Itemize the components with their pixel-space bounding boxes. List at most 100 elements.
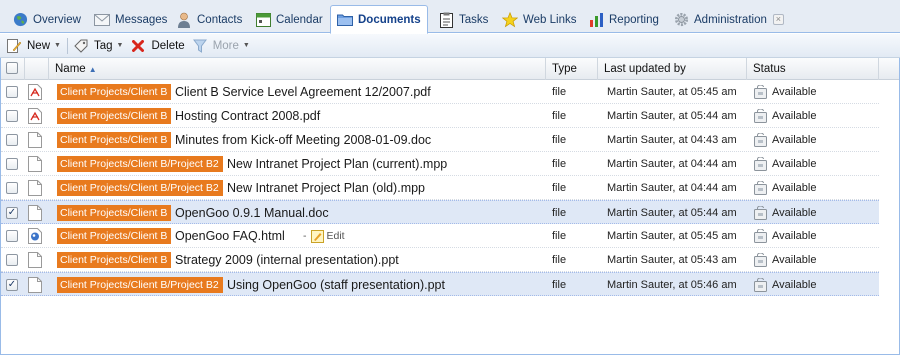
status-cell: Available — [754, 228, 816, 244]
status-text: Available — [772, 110, 817, 122]
file-name-link[interactable]: Client B Service Level Agreement 12/2007… — [175, 83, 431, 101]
row-checkbox[interactable] — [6, 110, 18, 122]
folder-icon — [337, 12, 353, 28]
last-updated-cell: Martin Sauter, at 05:45 am — [607, 230, 737, 242]
row-checkbox[interactable]: ✓ — [6, 279, 18, 291]
table-row[interactable]: ✓ Client Projects/Client B/Project B2 Usin… — [1, 272, 879, 296]
status-cell: Available — [754, 84, 816, 100]
delete-button[interactable]: Delete — [127, 36, 188, 56]
select-all-checkbox[interactable] — [6, 62, 18, 74]
table-row[interactable]: Client Projects/Client B Client B Service… — [1, 80, 879, 104]
tab-contacts[interactable]: Contacts — [170, 6, 248, 33]
file-name-link[interactable]: Minutes from Kick-off Meeting 2008-01-09… — [175, 131, 431, 149]
new-button-label: New — [27, 39, 51, 52]
tag-button[interactable]: Tag ▼ — [70, 36, 127, 56]
workspace-tag[interactable]: Client Projects/Client B/Project B2 — [57, 277, 223, 293]
file-name-link[interactable]: New Intranet Project Plan (old).mpp — [227, 179, 425, 197]
row-checkbox[interactable] — [6, 158, 18, 170]
table-row[interactable]: Client Projects/Client B/Project B2 New I… — [1, 152, 879, 176]
file-name-link[interactable]: OpenGoo 0.9.1 Manual.doc — [175, 204, 329, 222]
envelope-icon — [94, 12, 110, 28]
type-cell: file — [552, 182, 567, 194]
tab-calendar[interactable]: Calendar — [249, 6, 329, 33]
file-name-link[interactable]: New Intranet Project Plan (current).mpp — [227, 155, 447, 173]
workspace-tag[interactable]: Client Projects/Client B — [57, 205, 171, 221]
tab-label: Administration — [694, 13, 767, 26]
column-header-label: Last updated by — [604, 63, 686, 75]
tab-label: Messages — [115, 13, 168, 26]
row-checkbox[interactable] — [6, 86, 18, 98]
last-updated-cell: Martin Sauter, at 05:45 am — [607, 86, 737, 98]
column-header-name[interactable]: Name ▲ — [49, 58, 546, 80]
workspace-tag[interactable]: Client Projects/Client B — [57, 252, 171, 268]
status-text: Available — [772, 230, 817, 242]
type-cell: file — [552, 158, 567, 170]
file-name-link[interactable]: Strategy 2009 (internal presentation).pp… — [175, 251, 399, 269]
close-icon[interactable]: × — [772, 14, 784, 25]
tab-label: Web Links — [523, 13, 577, 26]
table-row[interactable]: ✓ Client Projects/Client B OpenGoo 0.9.1 M… — [1, 200, 879, 224]
status-cell: Available — [754, 180, 816, 196]
file-name-link[interactable]: OpenGoo FAQ.html — [175, 227, 285, 245]
unlocked-file-icon — [754, 277, 767, 292]
row-checkbox[interactable] — [6, 254, 18, 266]
sort-ascending-icon: ▲ — [88, 65, 97, 74]
pdf-file-icon — [28, 108, 42, 124]
tab-label: Overview — [33, 13, 81, 26]
type-cell: file — [552, 110, 567, 122]
tab-overview[interactable]: Overview — [6, 6, 87, 33]
file-name-link[interactable]: Using OpenGoo (staff presentation).ppt — [227, 276, 445, 294]
globe-icon — [12, 12, 28, 28]
tab-label: Tasks — [459, 13, 489, 26]
table-row[interactable]: Client Projects/Client B Minutes from Kic… — [1, 128, 879, 152]
status-text: Available — [772, 254, 817, 266]
column-header-status[interactable]: Status — [747, 58, 879, 80]
new-button[interactable]: New ▼ — [3, 36, 65, 56]
workspace-tag[interactable]: Client Projects/Client B — [57, 108, 171, 124]
status-cell: Available — [754, 156, 816, 172]
document-file-icon — [28, 180, 42, 196]
tab-web-links[interactable]: Web Links — [496, 6, 582, 33]
status-text: Available — [772, 207, 817, 219]
tab-tasks[interactable]: Tasks — [432, 6, 494, 33]
document-file-icon — [28, 132, 42, 148]
status-text: Available — [772, 134, 817, 146]
type-cell: file — [552, 134, 567, 146]
toolbar-separator — [66, 37, 68, 54]
tag-button-label: Tag — [93, 39, 113, 52]
chevron-down-icon: ▼ — [116, 42, 124, 49]
workspace-tag[interactable]: Client Projects/Client B — [57, 84, 171, 100]
select-all-header — [1, 58, 25, 80]
workspace-tag[interactable]: Client Projects/Client B/Project B2 — [57, 180, 223, 196]
table-row[interactable]: Client Projects/Client B Hosting Contract… — [1, 104, 879, 128]
status-text: Available — [772, 279, 817, 291]
workspace-tag[interactable]: Client Projects/Client B/Project B2 — [57, 156, 223, 172]
tab-administration[interactable]: Administration × — [667, 6, 790, 33]
type-cell: file — [552, 86, 567, 98]
workspace-tag[interactable]: Client Projects/Client B — [57, 228, 171, 244]
file-name-link[interactable]: Hosting Contract 2008.pdf — [175, 107, 320, 125]
workspace-tag[interactable]: Client Projects/Client B — [57, 132, 171, 148]
tab-documents[interactable]: Documents — [330, 5, 428, 34]
column-header-updated[interactable]: Last updated by — [598, 58, 747, 80]
table-row[interactable]: Client Projects/Client B/Project B2 New I… — [1, 176, 879, 200]
edit-link[interactable]: - Edit — [303, 228, 345, 244]
table-row[interactable]: Client Projects/Client B OpenGoo FAQ.html… — [1, 224, 879, 248]
table-row[interactable]: Client Projects/Client B Strategy 2009 (i… — [1, 248, 879, 272]
more-button[interactable]: More ▼ — [189, 36, 254, 56]
person-icon — [176, 12, 192, 28]
tab-reporting[interactable]: Reporting — [582, 6, 665, 33]
row-checkbox[interactable] — [6, 182, 18, 194]
row-checkbox[interactable] — [6, 230, 18, 242]
last-updated-cell: Martin Sauter, at 05:43 am — [607, 254, 737, 266]
bar-chart-icon — [588, 12, 604, 28]
row-checkbox[interactable]: ✓ — [6, 207, 18, 219]
status-cell: Available — [754, 132, 816, 148]
column-header-type[interactable]: Type — [546, 58, 598, 80]
status-text: Available — [772, 86, 817, 98]
row-checkbox[interactable] — [6, 134, 18, 146]
status-cell: Available — [754, 108, 816, 124]
last-updated-cell: Martin Sauter, at 04:43 am — [607, 134, 737, 146]
column-header-label: Type — [552, 63, 577, 75]
tab-messages[interactable]: Messages — [88, 6, 173, 33]
